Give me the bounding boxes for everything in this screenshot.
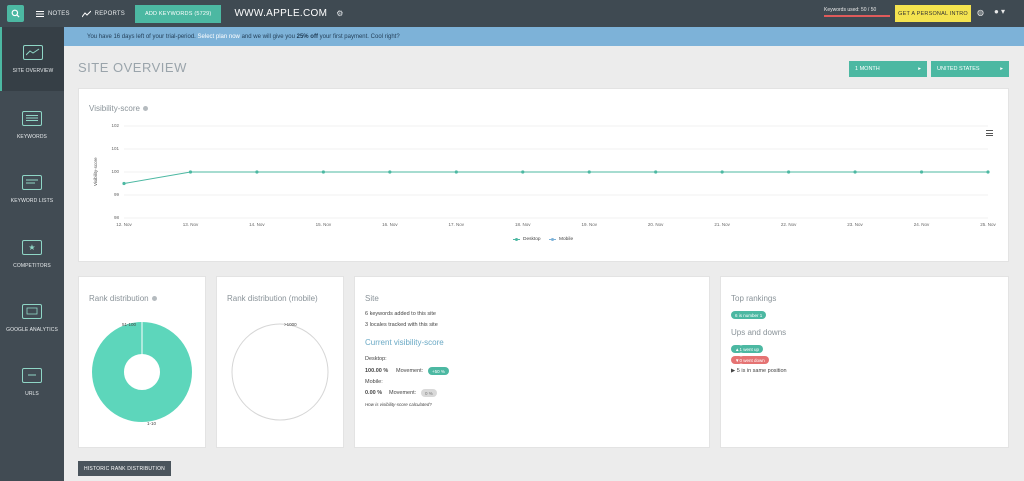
x-tick-label: 19. Nov (581, 222, 597, 227)
keywords-added-text: 6 keywords added to this site (365, 311, 436, 317)
donut-label-51-100: 51-100 (122, 322, 137, 327)
y-tick-label: 102 (111, 123, 119, 128)
data-point (521, 170, 525, 174)
x-tick-label: 13. Nov (182, 222, 199, 227)
x-tick-label: 24. Nov (913, 222, 930, 227)
ups-downs-title: Ups and downs (731, 328, 787, 337)
mobile-movement-label: Movement: (389, 390, 417, 396)
x-tick-label: 18. Nov (515, 222, 531, 227)
went-up-badge[interactable]: ▲ 1 went up (731, 345, 763, 353)
legend-desktop[interactable]: Desktop (513, 237, 541, 242)
data-point (919, 170, 924, 174)
number-one-badge[interactable]: 6 is number 1 (731, 311, 767, 319)
mobile-movement-badge: 0 % (421, 389, 437, 397)
site-title: Site (365, 294, 379, 303)
visibility-help-link[interactable]: How is visibility-score calculated? (365, 402, 432, 407)
y-tick-label: 98 (113, 215, 119, 220)
info-icon[interactable] (151, 296, 157, 302)
mobile-value: 0.00 % (365, 390, 383, 396)
same-position-text: ▶ 5 is in same position (731, 368, 787, 374)
rank-distribution-mobile-title: Rank distribution (mobile) (227, 294, 318, 303)
rank-mobile-circle-chart (231, 323, 329, 421)
data-point (986, 170, 990, 174)
y-tick-label: 101 (111, 146, 119, 151)
data-point (853, 170, 857, 174)
data-point (720, 170, 724, 174)
site-card: Site (354, 276, 710, 448)
x-tick-label: 21. Nov (714, 222, 730, 227)
x-tick-label: 22. Nov (780, 222, 797, 227)
data-point (654, 170, 658, 174)
historic-rank-distribution-button[interactable]: HISTORIC RANK DISTRIBUTION (78, 461, 171, 476)
data-point (321, 170, 325, 174)
legend-mobile[interactable]: Mobile (549, 237, 573, 242)
locales-text: 3 locales tracked with this site (365, 322, 438, 328)
y-tick-label: 99 (113, 192, 119, 197)
x-tick-label: 20. Nov (647, 222, 664, 227)
data-point (587, 170, 591, 174)
y-tick-label: 100 (111, 169, 119, 174)
desktop-movement-badge: +50 % (428, 367, 449, 375)
went-down-badge[interactable]: ▼ 0 went down (731, 356, 769, 364)
data-point (388, 170, 392, 174)
x-tick-label: 25. Nov (980, 222, 996, 227)
x-tick-label: 15. Nov (315, 222, 332, 227)
current-visibility-title: Current visibility-score (365, 338, 444, 347)
mobile-label: Mobile: (365, 379, 383, 385)
x-tick-label: 12. Nov (116, 222, 132, 227)
y-axis-label: Visibility-score (93, 157, 98, 186)
top-rankings-title: Top rankings (731, 294, 777, 303)
data-point (454, 170, 458, 174)
rank-donut-chart (92, 322, 192, 422)
data-point (188, 170, 193, 174)
data-point (255, 170, 259, 174)
x-tick-label: 17. Nov (448, 222, 465, 227)
data-point (122, 181, 126, 186)
x-tick-label: 23. Nov (847, 222, 863, 227)
rank-distribution-title: Rank distribution (89, 294, 157, 303)
mobile-donut-label: >1000 (284, 322, 297, 327)
desktop-movement-label: Movement: (396, 368, 424, 374)
data-point (787, 170, 791, 174)
x-tick-label: 16. Nov (382, 222, 398, 227)
series-line-desktop (123, 171, 988, 184)
x-tick-label: 14. Nov (249, 222, 265, 227)
desktop-value: 100.00 % (365, 368, 389, 374)
desktop-label: Desktop: (365, 356, 387, 362)
donut-label-1-10: 1-10 (147, 421, 157, 426)
